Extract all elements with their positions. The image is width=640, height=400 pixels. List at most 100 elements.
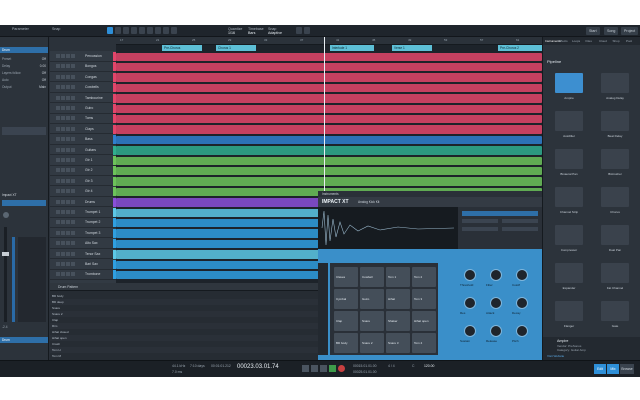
browser-tab[interactable]: Pool [626,39,632,43]
footer-link[interactable]: Visit Website [547,354,564,358]
drum-pad[interactable]: Tom 1 [386,267,410,287]
arranger-marker[interactable]: Interlude 1 [330,45,374,51]
param-knob[interactable] [490,297,502,309]
impact-preset[interactable]: Analog Kick Kit [358,200,379,204]
snap-toggle-icon[interactable] [171,27,177,34]
plugin-item[interactable]: Chorus [595,185,635,219]
track-lane[interactable] [116,177,542,187]
track-name[interactable]: Gtr 2 [85,168,93,172]
param-knob[interactable] [516,325,528,337]
track-buttons[interactable] [56,54,76,59]
bank-selector[interactable] [318,263,328,355]
track-header[interactable]: Gtr 2 [50,166,116,176]
pattern-row-label[interactable]: Hihat closed [52,330,69,334]
inspector-title[interactable]: Drum [0,47,48,53]
track-header[interactable]: Percussion [50,52,116,62]
track-lane[interactable] [116,135,542,145]
audio-event[interactable] [116,146,542,155]
track-buttons[interactable] [56,126,76,132]
edit-button[interactable]: Edit [594,364,606,374]
track-buttons[interactable] [56,64,76,69]
toolbar-field-1[interactable]: Parameter [12,27,29,31]
track-header[interactable]: Bari Sax [50,260,116,270]
audio-event[interactable] [116,94,542,103]
mix-button[interactable]: Mix [607,364,619,374]
track-name[interactable]: Gtr 1 [85,158,93,162]
audio-event[interactable] [116,114,542,124]
arranger-marker[interactable]: Pre-Chorus [162,45,202,51]
track-name[interactable]: Trombone [85,272,100,276]
track-buttons[interactable] [56,85,76,90]
plugin-item[interactable]: Autofilter [549,109,589,143]
arranger-marker[interactable]: Chorus 1 [216,45,256,51]
track-buttons[interactable] [56,147,76,153]
param-field[interactable] [462,219,498,223]
audio-event[interactable] [116,166,542,176]
pattern-row-label[interactable]: Crash [52,342,60,346]
audio-event[interactable] [116,104,542,113]
plugin-item[interactable]: Fat Channel [595,261,635,295]
track-lane[interactable] [116,94,542,104]
drum-pad[interactable]: Cowbell [360,267,384,287]
arranger-marker[interactable]: Verse 1 [392,45,432,51]
track-name[interactable]: Congas [85,75,97,79]
track-header[interactable]: Tambourine [50,93,116,104]
audio-event[interactable] [116,125,542,134]
pattern-row-label[interactable]: BD deep [52,300,64,304]
arranger-marker[interactable]: Pre-Chorus 2 [498,45,542,51]
drum-pad[interactable]: Hihat [386,289,410,309]
track-header[interactable]: Gtr 1 [50,156,116,166]
project-mode-button[interactable]: Project [621,27,639,35]
param-knob[interactable] [516,297,528,309]
track-name[interactable]: Tenor Sax [85,252,100,256]
track-buttons[interactable] [56,106,76,111]
track-buttons[interactable] [56,168,76,173]
browser-tab[interactable]: Files [586,39,592,43]
track-name[interactable]: Guitars [85,148,96,152]
waveform-display[interactable] [318,207,458,249]
param-knob[interactable] [464,269,476,281]
drum-pad[interactable]: Hihat open [412,311,436,331]
key[interactable]: C [412,364,414,368]
bend-tool-icon[interactable] [155,27,161,34]
track-buttons[interactable] [56,241,76,246]
drum-pad[interactable]: Snare 3 [386,333,410,353]
track-lane[interactable] [116,156,542,166]
autoscroll-icon[interactable] [304,27,310,34]
inspector-row-value[interactable]: Main [39,85,46,89]
track-header[interactable]: Cowbells [50,83,116,93]
drum-pad[interactable]: Tom 2 [412,267,436,287]
track-name[interactable]: Alto Sax [85,241,98,245]
track-lane[interactable] [116,52,542,62]
pattern-row-label[interactable]: Hihat open [52,336,67,340]
param-field[interactable] [462,227,498,231]
track-buttons[interactable] [56,178,76,184]
param-knob[interactable] [464,325,476,337]
track-buttons[interactable] [56,74,76,80]
track-header[interactable]: Guitars [50,145,116,156]
track-lane[interactable] [116,125,542,135]
drum-pad[interactable]: Tom 4 [412,333,436,353]
pattern-row-label[interactable]: Tom M [52,354,61,358]
track-header[interactable]: Trumpet 1 [50,208,116,218]
browse-button[interactable]: Browse [620,364,634,374]
track-lane[interactable] [116,83,542,93]
stop-button[interactable] [320,365,327,372]
param-knob[interactable] [490,269,502,281]
inspector-row-value[interactable]: Off [42,57,46,61]
tempo[interactable]: 120.00 [424,364,434,368]
audio-event[interactable] [116,73,542,82]
pattern-row-label[interactable]: Snare [52,306,60,310]
track-header[interactable]: Alto Sax [50,239,116,249]
track-buttons[interactable] [56,95,76,101]
track-lane[interactable] [116,166,542,176]
plugin-item[interactable]: Analog Delay [595,71,635,105]
audio-event[interactable] [116,83,542,93]
track-buttons[interactable] [56,210,76,215]
track-header[interactable]: Toms [50,114,116,124]
drum-pad[interactable]: Guiro [360,289,384,309]
browser-category[interactable]: Pipeline [547,59,561,64]
pattern-row-label[interactable]: Clap [52,318,58,322]
param-knob[interactable] [516,269,528,281]
plugin-item[interactable]: Gate [595,299,635,333]
